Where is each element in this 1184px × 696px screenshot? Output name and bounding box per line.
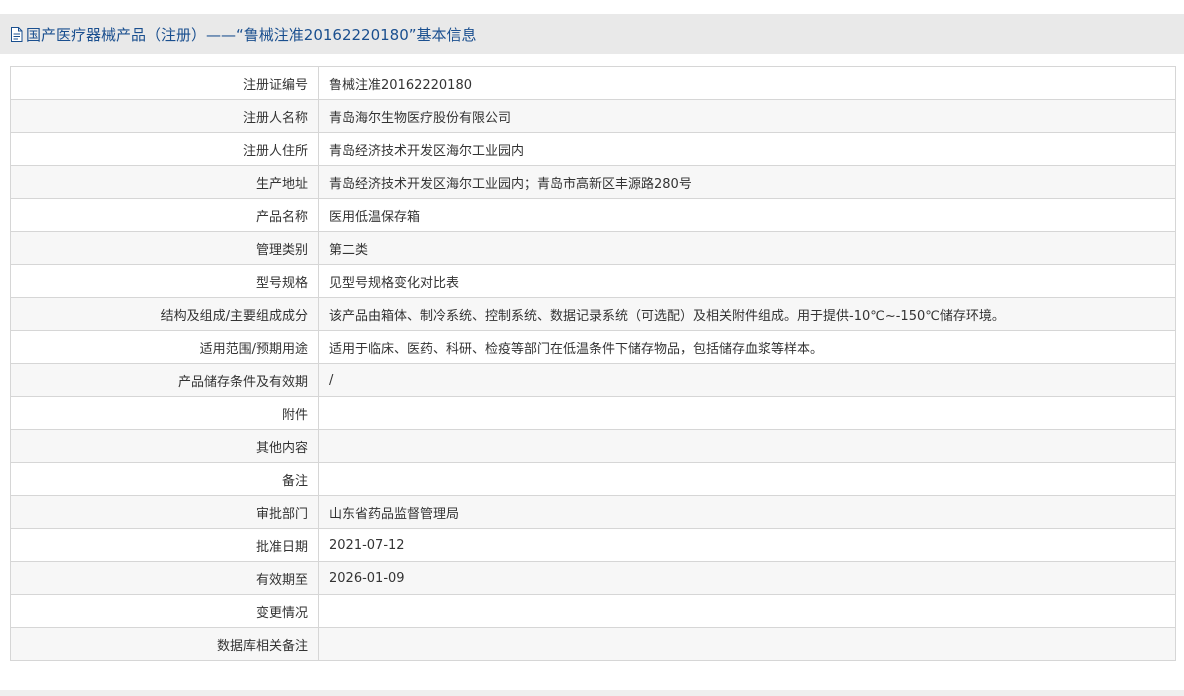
row-value	[318, 462, 1176, 496]
row-value: 山东省药品监督管理局	[318, 495, 1176, 529]
info-table-wrapper: 注册证编号 鲁械注准20162220180 注册人名称 青岛海尔生物医疗股份有限…	[10, 66, 1176, 661]
row-value: 鲁械注准20162220180	[318, 66, 1176, 100]
row-label: 结构及组成/主要组成成分	[10, 297, 319, 331]
table-row: 审批部门 山东省药品监督管理局	[10, 495, 1176, 529]
row-value	[318, 594, 1176, 628]
row-value: 适用于临床、医药、科研、检疫等部门在低温条件下储存物品，包括储存血浆等样本。	[318, 330, 1176, 364]
row-value: 青岛经济技术开发区海尔工业园内；青岛市高新区丰源路280号	[318, 165, 1176, 199]
row-value: 见型号规格变化对比表	[318, 264, 1176, 298]
row-value: 2021-07-12	[318, 528, 1176, 562]
row-label: 有效期至	[10, 561, 319, 595]
row-label: 注册证编号	[10, 66, 319, 100]
top-strip	[0, 0, 1184, 14]
table-row: 生产地址 青岛经济技术开发区海尔工业园内；青岛市高新区丰源路280号	[10, 165, 1176, 199]
row-value: 青岛海尔生物医疗股份有限公司	[318, 99, 1176, 133]
row-label: 适用范围/预期用途	[10, 330, 319, 364]
table-row: 变更情况	[10, 594, 1176, 628]
table-row: 产品名称 医用低温保存箱	[10, 198, 1176, 232]
bottom-strip	[0, 690, 1184, 696]
row-value	[318, 429, 1176, 463]
row-value	[318, 396, 1176, 430]
table-row: 有效期至 2026-01-09	[10, 561, 1176, 595]
table-row: 产品储存条件及有效期 /	[10, 363, 1176, 397]
table-row: 附件	[10, 396, 1176, 430]
table-row: 管理类别 第二类	[10, 231, 1176, 265]
row-value	[318, 627, 1176, 661]
row-label: 备注	[10, 462, 319, 496]
row-value: 2026-01-09	[318, 561, 1176, 595]
info-table: 注册证编号 鲁械注准20162220180 注册人名称 青岛海尔生物医疗股份有限…	[10, 66, 1176, 661]
row-value: 第二类	[318, 231, 1176, 265]
row-label: 型号规格	[10, 264, 319, 298]
table-row: 适用范围/预期用途 适用于临床、医药、科研、检疫等部门在低温条件下储存物品，包括…	[10, 330, 1176, 364]
title-bar: 国产医疗器械产品（注册）——“鲁械注准20162220180”基本信息	[0, 14, 1184, 54]
row-label: 批准日期	[10, 528, 319, 562]
row-label: 管理类别	[10, 231, 319, 265]
table-row: 注册人名称 青岛海尔生物医疗股份有限公司	[10, 99, 1176, 133]
row-label: 数据库相关备注	[10, 627, 319, 661]
row-value: 医用低温保存箱	[318, 198, 1176, 232]
table-row: 批准日期 2021-07-12	[10, 528, 1176, 562]
row-label: 注册人住所	[10, 132, 319, 166]
row-label: 注册人名称	[10, 99, 319, 133]
row-value: /	[318, 363, 1176, 397]
row-label: 附件	[10, 396, 319, 430]
table-row: 其他内容	[10, 429, 1176, 463]
table-row: 注册人住所 青岛经济技术开发区海尔工业园内	[10, 132, 1176, 166]
table-row: 结构及组成/主要组成成分 该产品由箱体、制冷系统、控制系统、数据记录系统（可选配…	[10, 297, 1176, 331]
table-row: 备注	[10, 462, 1176, 496]
table-row: 数据库相关备注	[10, 627, 1176, 661]
page-title: 国产医疗器械产品（注册）——“鲁械注准20162220180”基本信息	[26, 25, 477, 44]
row-label: 其他内容	[10, 429, 319, 463]
row-value: 青岛经济技术开发区海尔工业园内	[318, 132, 1176, 166]
table-row: 型号规格 见型号规格变化对比表	[10, 264, 1176, 298]
document-icon	[11, 26, 23, 42]
row-label: 审批部门	[10, 495, 319, 529]
row-label: 生产地址	[10, 165, 319, 199]
row-label: 产品储存条件及有效期	[10, 363, 319, 397]
row-label: 产品名称	[10, 198, 319, 232]
row-value: 该产品由箱体、制冷系统、控制系统、数据记录系统（可选配）及相关附件组成。用于提供…	[318, 297, 1176, 331]
table-row: 注册证编号 鲁械注准20162220180	[10, 66, 1176, 100]
row-label: 变更情况	[10, 594, 319, 628]
